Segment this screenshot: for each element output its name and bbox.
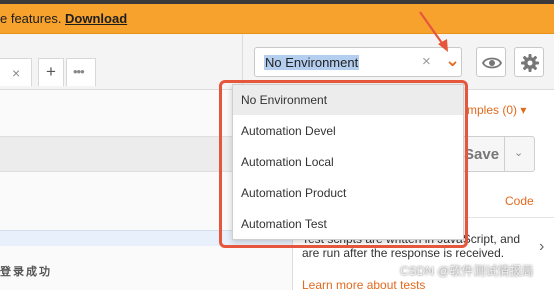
gear-icon [521,54,539,72]
watermark: CSDN @软件测试情报局 [400,264,534,278]
chevron-down-icon: ⌄ [514,147,524,159]
download-link[interactable]: Download [65,11,127,26]
eye-icon [482,57,502,69]
environment-value: No Environment [264,55,360,70]
learn-more-link[interactable]: Learn more about tests [302,278,425,290]
annotation-highlight-box [219,80,468,248]
plus-icon: + [46,62,56,81]
update-banner: e features. Download [0,0,554,34]
close-tab-icon[interactable]: × [12,65,20,81]
save-options-button[interactable]: ⌄ [504,137,535,171]
request-tab-bar: × + ••• [0,34,242,90]
request-tab[interactable]: × [0,58,32,86]
manage-environments-button[interactable] [514,47,544,77]
save-button[interactable]: Save [464,146,499,163]
banner-message: e features. Download [0,11,127,26]
banner-top-stripe [0,0,554,4]
banner-text: e features. [0,11,66,26]
environment-quick-look-button[interactable] [476,47,506,77]
ellipsis-icon: ••• [73,64,85,79]
code-link[interactable]: Code [505,194,534,208]
more-tabs-button[interactable]: ••• [66,58,96,86]
chevron-right-icon[interactable]: › [539,238,544,256]
new-tab-button[interactable]: + [38,58,64,86]
save-button-group: Save ⌄ [459,136,535,172]
annotation-arrow-icon [419,11,448,52]
examples-dropdown[interactable]: mples (0) ▾ [467,103,526,117]
response-text: 登录成功 [0,266,52,278]
